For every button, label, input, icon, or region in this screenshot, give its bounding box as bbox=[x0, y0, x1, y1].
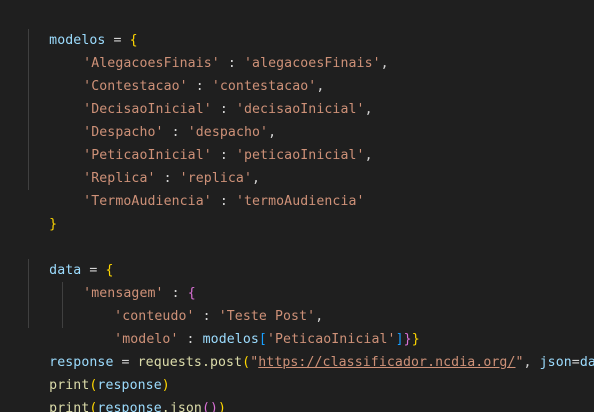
code-line: print(response.json()) bbox=[17, 374, 226, 412]
code-line: data = { bbox=[17, 236, 114, 278]
code-line: 'mensagem' : { bbox=[51, 259, 196, 301]
code-line: 'Contestacao' : 'contestacao', bbox=[51, 52, 324, 94]
string-quote: " bbox=[515, 355, 524, 370]
code-line: 'Replica' : 'replica', bbox=[51, 144, 260, 186]
url-link[interactable]: https://classificador.ncdia.org/ bbox=[258, 355, 515, 370]
open-paren: ( bbox=[242, 355, 251, 370]
code-line: 'conteudo' : 'Teste Post', bbox=[82, 282, 323, 324]
method-call: .json bbox=[161, 401, 202, 412]
function-call: print bbox=[49, 401, 90, 412]
code-line: 'PeticaoInicial' : 'peticaoInicial', bbox=[51, 121, 373, 163]
code-line: 'Despacho' : 'despacho', bbox=[51, 98, 276, 140]
comma: , bbox=[364, 102, 373, 117]
comma: , bbox=[380, 56, 389, 71]
dict-key: 'TermoAudiencia' bbox=[83, 194, 212, 209]
code-editor[interactable]: modelos = { 'AlegacoesFinais' : 'alegaco… bbox=[0, 0, 594, 412]
comma: , bbox=[364, 148, 373, 163]
comma: , bbox=[523, 355, 532, 370]
code-line: 'DecisaoInicial' : 'decisaoInicial', bbox=[51, 75, 373, 117]
variable-ref: response bbox=[97, 401, 162, 412]
code-line: } bbox=[17, 190, 57, 232]
code-line: 'modelo' : modelos['PeticaoInicial']}} bbox=[82, 305, 420, 347]
code-line: 'AlegacoesFinais' : 'alegacoesFinais', bbox=[51, 29, 389, 71]
close-brace: } bbox=[49, 217, 58, 232]
code-line: print(response) bbox=[17, 351, 170, 393]
keyword-argument: json bbox=[531, 355, 572, 370]
dict-value: 'termoAudiencia' bbox=[235, 194, 365, 209]
close-paren: ) bbox=[218, 401, 227, 412]
code-line: response = requests.post("https://classi… bbox=[17, 328, 594, 370]
code-line: 'TermoAudiencia' : 'termoAudiencia' bbox=[51, 167, 365, 209]
call-parens: () bbox=[201, 401, 219, 412]
code-line: modelos = { bbox=[17, 6, 138, 48]
variable-ref: data bbox=[579, 355, 594, 370]
colon-separator: : bbox=[211, 194, 236, 209]
equals-operator: = bbox=[571, 355, 580, 370]
